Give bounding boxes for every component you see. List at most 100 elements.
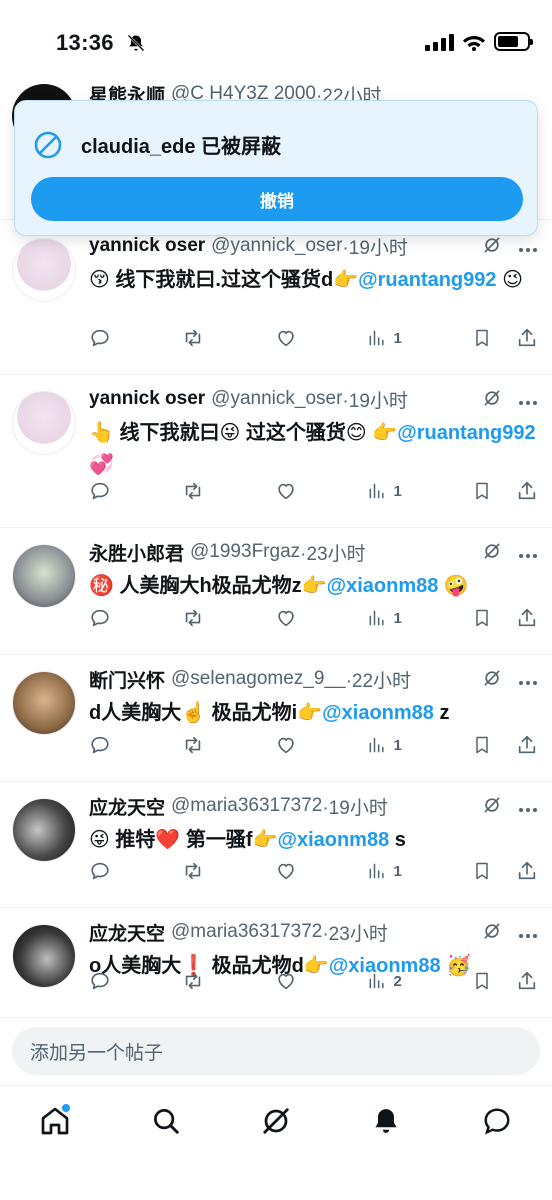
tweet-author-name[interactable]: 永胜小郎君: [89, 539, 184, 566]
more-icon[interactable]: [518, 237, 538, 259]
tweet-text-segment: 👆 线下我就曰😜 过这个骚货😊 👉: [89, 422, 398, 444]
nav-notifications[interactable]: [361, 1096, 411, 1146]
more-icon[interactable]: [518, 670, 538, 692]
avatar[interactable]: [12, 924, 76, 988]
views-button[interactable]: 1: [367, 481, 402, 501]
tweet-text-segment: 😜 推特❤️ 第一骚f👉: [89, 829, 278, 851]
tweet-author-handle[interactable]: @maria36317372: [171, 921, 322, 943]
views-button[interactable]: 1: [367, 861, 402, 881]
share-button[interactable]: [516, 327, 538, 349]
grok-icon[interactable]: [482, 541, 502, 567]
tweet[interactable]: 永胜小郎君 @1993Frgaz ·23小时 ㊙️ 人美胸大h极品尤物z👉@xi…: [0, 528, 552, 655]
tweet-author-handle[interactable]: @yannick_oser: [211, 235, 342, 257]
grok-icon[interactable]: [482, 388, 502, 414]
grok-icon[interactable]: [482, 235, 502, 261]
reply-button[interactable]: [89, 860, 111, 882]
like-button[interactable]: [275, 970, 297, 992]
mention-link[interactable]: @xiaonm88: [277, 829, 389, 851]
undo-button[interactable]: 撤销: [31, 177, 523, 221]
tweet[interactable]: 应龙天空 @maria36317372 ·19小时 😜 推特❤️ 第一骚f👉@x…: [0, 782, 552, 908]
retweet-icon: [181, 607, 205, 629]
share-button[interactable]: [516, 480, 538, 502]
reply-button[interactable]: [89, 327, 111, 349]
reply-button[interactable]: [89, 734, 111, 756]
more-icon[interactable]: [518, 923, 538, 945]
blocked-toast: claudia_ede 已被屏蔽 撤销: [14, 100, 538, 236]
avatar[interactable]: [12, 238, 76, 302]
tweet[interactable]: 断门兴怀 @selenagomez_9__ ·22小时 d人美胸大☝️ 极品尤物…: [0, 655, 552, 782]
like-button[interactable]: [275, 860, 297, 882]
views-count: 1: [393, 862, 402, 880]
tweet-author-handle[interactable]: @yannick_oser: [211, 388, 342, 410]
bookmark-button[interactable]: [472, 860, 492, 882]
more-icon[interactable]: [518, 390, 538, 412]
more-icon[interactable]: [518, 543, 538, 565]
reply-composer[interactable]: 添加另一个帖子: [12, 1027, 540, 1075]
avatar[interactable]: [12, 798, 76, 862]
like-icon: [275, 970, 297, 992]
like-button[interactable]: [275, 607, 297, 629]
reply-button[interactable]: [89, 970, 111, 992]
views-button[interactable]: 1: [367, 735, 402, 755]
views-button[interactable]: 1: [367, 608, 402, 628]
nav-search[interactable]: [141, 1096, 191, 1146]
bookmark-button[interactable]: [472, 607, 492, 629]
tweet-time: ·22小时: [345, 670, 412, 692]
bookmark-button[interactable]: [472, 970, 492, 992]
nav-home[interactable]: [30, 1096, 80, 1146]
nav-messages[interactable]: [472, 1096, 522, 1146]
views-count: 2: [393, 972, 402, 990]
bookmark-button[interactable]: [472, 327, 492, 349]
tweet-author-handle[interactable]: @selenagomez_9__: [171, 668, 346, 690]
reply-button[interactable]: [89, 607, 111, 629]
views-count: 1: [393, 609, 402, 627]
tweet-author-name[interactable]: yannick oser: [89, 388, 205, 410]
avatar[interactable]: [12, 671, 76, 735]
views-icon: [367, 735, 387, 755]
share-button[interactable]: [516, 970, 538, 992]
share-button[interactable]: [516, 734, 538, 756]
like-button[interactable]: [275, 734, 297, 756]
tweet[interactable]: yannick oser @yannick_oser ·19小时 👆 线下我就曰…: [0, 375, 552, 528]
tweet-author-name[interactable]: 断门兴怀: [89, 666, 165, 693]
tweet-text: 😜 推特❤️ 第一骚f👉@xiaonm88 s: [89, 824, 538, 856]
retweet-button[interactable]: [181, 860, 205, 882]
grok-icon[interactable]: [482, 668, 502, 694]
views-icon: [367, 861, 387, 881]
share-button[interactable]: [516, 607, 538, 629]
retweet-button[interactable]: [181, 734, 205, 756]
tweet-actions: 1: [89, 327, 538, 349]
mention-link[interactable]: @xiaonm88: [327, 575, 439, 597]
tweet-author-handle[interactable]: @1993Frgaz: [190, 541, 300, 563]
bookmark-button[interactable]: [472, 734, 492, 756]
tweet-author-name[interactable]: 应龙天空: [89, 793, 165, 820]
mention-link[interactable]: @xiaonm88: [322, 702, 434, 724]
bell-off-icon: [127, 34, 145, 52]
bookmark-button[interactable]: [472, 480, 492, 502]
status-bar: 13:36: [0, 0, 552, 70]
tweet[interactable]: 应龙天空 @maria36317372 ·23小时 o人美胸大❗ 极品尤物d👉@…: [0, 908, 552, 1018]
unread-dot: [62, 1103, 71, 1112]
mention-link[interactable]: @ruantang992: [358, 269, 496, 291]
retweet-button[interactable]: [181, 970, 205, 992]
retweet-button[interactable]: [181, 480, 205, 502]
tweet-author-name[interactable]: yannick oser: [89, 235, 205, 257]
views-button[interactable]: 2: [367, 971, 402, 991]
share-button[interactable]: [516, 860, 538, 882]
grok-icon[interactable]: [482, 921, 502, 947]
nav-grok[interactable]: [251, 1096, 301, 1146]
reply-button[interactable]: [89, 480, 111, 502]
like-button[interactable]: [275, 327, 297, 349]
like-button[interactable]: [275, 480, 297, 502]
more-icon[interactable]: [518, 797, 538, 819]
retweet-button[interactable]: [181, 327, 205, 349]
mention-link[interactable]: @ruantang992: [397, 422, 535, 444]
avatar[interactable]: [12, 544, 76, 608]
avatar[interactable]: [12, 391, 76, 455]
grok-icon[interactable]: [482, 795, 502, 821]
tweet[interactable]: yannick oser @yannick_oser ·19小时 😚 线下我就曰…: [0, 222, 552, 375]
views-button[interactable]: 1: [367, 328, 402, 348]
tweet-author-handle[interactable]: @maria36317372: [171, 795, 322, 817]
retweet-button[interactable]: [181, 607, 205, 629]
tweet-author-name[interactable]: 应龙天空: [89, 919, 165, 946]
